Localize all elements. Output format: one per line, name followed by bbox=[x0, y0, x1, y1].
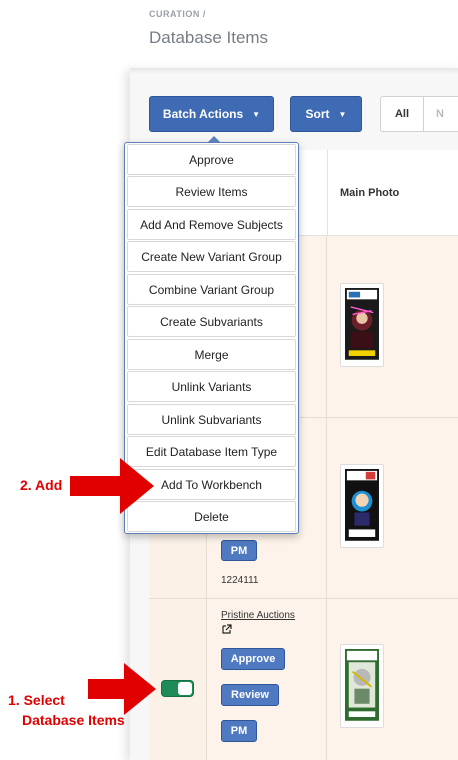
approve-button[interactable]: Approve bbox=[221, 648, 285, 670]
batch-actions-button[interactable]: Batch Actions ▼ bbox=[149, 96, 274, 132]
item-photo[interactable] bbox=[340, 644, 384, 728]
page: CURATION / Database Items Batch Actions … bbox=[0, 0, 458, 760]
caret-down-icon: ▼ bbox=[338, 109, 347, 119]
sort-label: Sort bbox=[305, 107, 330, 121]
sort-button[interactable]: Sort ▼ bbox=[290, 96, 362, 132]
item-photo[interactable] bbox=[340, 464, 384, 548]
filter-next-button[interactable]: N bbox=[423, 96, 458, 132]
funko-box-image bbox=[345, 288, 379, 360]
funko-box-image bbox=[345, 469, 379, 541]
menu-item-unlink-subvariants[interactable]: Unlink Subvariants bbox=[127, 404, 296, 435]
arrow-right-icon bbox=[88, 663, 156, 715]
seller-link[interactable]: Pristine Auctions bbox=[221, 610, 295, 621]
step-1-annotation-line1: 1. Select bbox=[8, 692, 65, 708]
item-photo[interactable] bbox=[340, 283, 384, 367]
step-2-annotation: 2. Add bbox=[20, 477, 63, 493]
menu-item-unlink-variants[interactable]: Unlink Variants bbox=[127, 371, 296, 402]
item-id: 1224111 bbox=[221, 575, 259, 586]
menu-item-add-remove-subjects[interactable]: Add And Remove Subjects bbox=[127, 209, 296, 240]
page-title: Database Items bbox=[149, 28, 269, 47]
menu-item-combine-variant-group[interactable]: Combine Variant Group bbox=[127, 274, 296, 305]
menu-item-create-subvariants[interactable]: Create Subvariants bbox=[127, 306, 296, 337]
breadcrumb[interactable]: CURATION / bbox=[149, 9, 206, 19]
pm-button[interactable]: PM bbox=[221, 720, 257, 742]
arrow-right-icon bbox=[70, 458, 154, 514]
caret-down-icon: ▼ bbox=[252, 109, 261, 119]
menu-item-create-variant-group[interactable]: Create New Variant Group bbox=[127, 241, 296, 272]
batch-actions-label: Batch Actions bbox=[162, 107, 244, 121]
menu-item-review-items[interactable]: Review Items bbox=[127, 176, 296, 207]
select-toggle[interactable] bbox=[161, 680, 194, 697]
main-photo-header: Main Photo bbox=[340, 187, 400, 199]
menu-item-approve[interactable]: Approve bbox=[127, 144, 296, 175]
filter-all-button[interactable]: All bbox=[380, 96, 424, 132]
funko-box-image bbox=[345, 649, 379, 721]
external-link-icon[interactable] bbox=[222, 624, 232, 634]
pm-button[interactable]: PM bbox=[221, 540, 257, 561]
menu-item-merge[interactable]: Merge bbox=[127, 339, 296, 370]
review-button[interactable]: Review bbox=[221, 684, 279, 706]
